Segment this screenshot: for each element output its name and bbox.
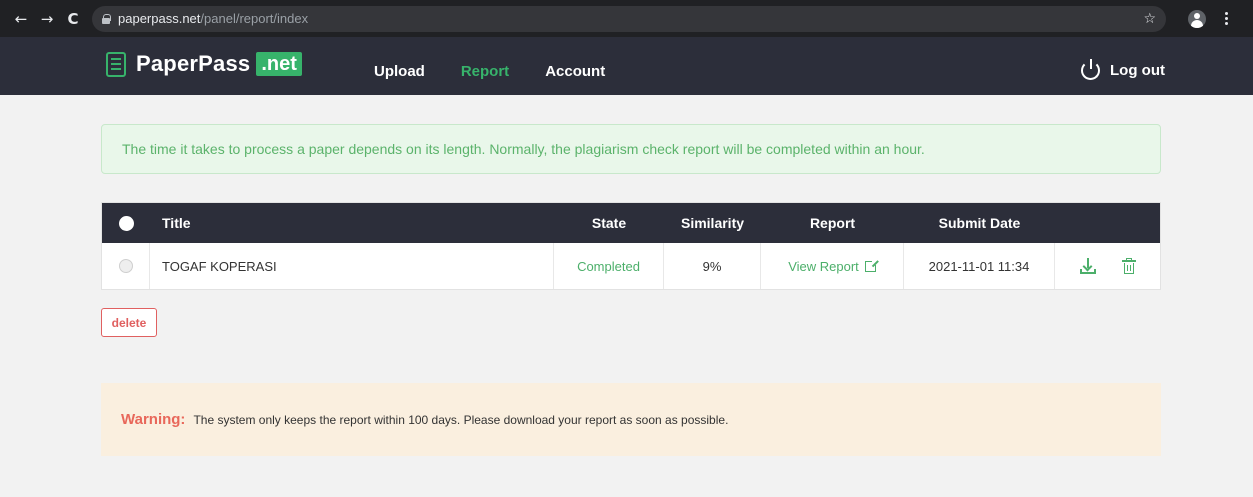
logo[interactable]: PaperPass .net	[106, 51, 302, 77]
document-icon	[106, 51, 126, 77]
row-title: TOGAF KOPERASI	[150, 243, 554, 289]
url-path: /panel/report/index	[200, 11, 309, 26]
site-header: PaperPass .net Upload Report Account Log…	[0, 37, 1253, 95]
row-submit-date: 2021-11-01 11:34	[904, 243, 1055, 289]
processing-notice: The time it takes to process a paper dep…	[101, 124, 1161, 174]
row-similarity: 9%	[664, 243, 761, 289]
browser-toolbar: ← → C paperpass.net/panel/report/index ☆	[0, 0, 1253, 37]
nav-account[interactable]: Account	[545, 63, 605, 80]
logout-label: Log out	[1110, 62, 1165, 79]
trash-icon[interactable]	[1121, 258, 1136, 274]
column-similarity: Similarity	[680, 215, 745, 231]
bookmark-star-icon[interactable]: ☆	[1143, 11, 1156, 27]
lock-icon	[102, 13, 111, 24]
main-nav: Upload Report Account	[374, 63, 605, 80]
power-icon	[1081, 59, 1100, 80]
forward-arrow-icon[interactable]: →	[34, 6, 60, 32]
external-link-icon	[864, 258, 878, 272]
row-state: Completed	[554, 243, 664, 289]
url-host: paperpass.net	[118, 11, 201, 26]
logo-badge: .net	[256, 52, 302, 76]
delete-button[interactable]: delete	[101, 308, 157, 337]
table-row: TOGAF KOPERASI Completed 9% View Report …	[102, 243, 1160, 289]
warning-label: Warning:	[121, 411, 186, 428]
table-header: Title State Similarity Report Submit Dat…	[102, 203, 1160, 243]
column-title: Title	[162, 215, 191, 231]
browser-menu-icon[interactable]	[1220, 12, 1232, 25]
column-submit-date: Submit Date	[938, 215, 1021, 231]
view-report-link[interactable]: View Report	[788, 258, 878, 274]
column-report: Report	[809, 215, 856, 231]
download-icon[interactable]	[1079, 258, 1096, 274]
reload-icon[interactable]: C	[60, 6, 86, 32]
row-select-radio[interactable]	[118, 259, 133, 273]
profile-avatar-icon[interactable]	[1188, 9, 1206, 28]
nav-upload[interactable]: Upload	[374, 63, 425, 80]
logout-button[interactable]: Log out	[1081, 59, 1165, 80]
view-report-label: View Report	[788, 258, 859, 274]
address-bar[interactable]: paperpass.net/panel/report/index ☆	[92, 5, 1166, 32]
logo-name: PaperPass	[136, 51, 251, 76]
report-table: Title State Similarity Report Submit Dat…	[101, 202, 1161, 290]
nav-report[interactable]: Report	[461, 63, 509, 80]
column-state: State	[591, 215, 627, 231]
warning-text: The system only keeps the report within …	[193, 412, 729, 427]
back-arrow-icon[interactable]: ←	[8, 6, 34, 32]
select-all-radio[interactable]	[118, 215, 134, 231]
retention-warning: Warning: The system only keeps the repor…	[101, 383, 1161, 456]
